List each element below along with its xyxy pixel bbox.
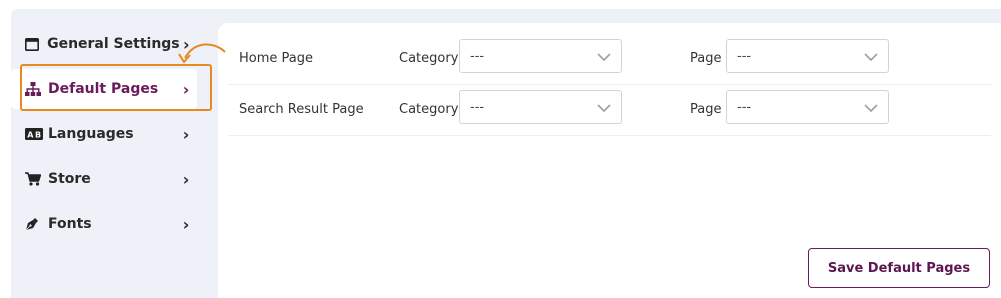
- page-label: Page: [690, 51, 722, 66]
- language-icon: AB: [25, 126, 45, 142]
- setting-row-home-page: Home Page Category --- Page ---: [228, 34, 991, 85]
- select-value: ---: [470, 100, 485, 115]
- page-label: Page: [690, 102, 722, 117]
- row-title: Home Page: [239, 51, 313, 66]
- sidebar-item-languages[interactable]: AB Languages ›: [11, 114, 197, 154]
- sidebar-item-label: Fonts: [48, 216, 92, 232]
- chevron-right-icon: ›: [182, 214, 190, 234]
- search-category-select[interactable]: ---: [459, 90, 622, 124]
- save-default-pages-button[interactable]: Save Default Pages: [808, 248, 990, 288]
- select-value: ---: [470, 49, 485, 64]
- chevron-down-icon: [864, 51, 878, 66]
- curved-arrow-icon: [178, 43, 226, 63]
- home-category-select[interactable]: ---: [459, 39, 622, 73]
- sidebar-item-label: Default Pages: [48, 81, 159, 97]
- chevron-down-icon: [864, 102, 878, 117]
- sidebar-item-label: General Settings: [47, 36, 180, 52]
- sidebar-item-default-pages[interactable]: Default Pages ›: [11, 69, 197, 109]
- category-label: Category: [399, 51, 459, 66]
- chevron-right-icon: ›: [182, 124, 190, 144]
- select-value: ---: [737, 100, 752, 115]
- search-page-select[interactable]: ---: [726, 90, 889, 124]
- sidebar-item-label: Store: [48, 171, 91, 187]
- sidebar-item-fonts[interactable]: Fonts ›: [11, 204, 197, 244]
- row-title: Search Result Page: [239, 102, 364, 117]
- window-icon: [25, 36, 44, 52]
- sidebar-item-store[interactable]: Store ›: [11, 159, 197, 199]
- setting-row-search-result-page: Search Result Page Category --- Page ---: [228, 85, 991, 136]
- chevron-right-icon: ›: [182, 79, 190, 99]
- cart-icon: [25, 171, 45, 187]
- pen-nib-icon: [25, 216, 45, 232]
- home-page-select[interactable]: ---: [726, 39, 889, 73]
- chevron-down-icon: [597, 51, 611, 66]
- sitemap-icon: [25, 81, 45, 97]
- category-label: Category: [399, 102, 459, 117]
- sidebar-item-label: Languages: [48, 126, 134, 142]
- svg-text:B: B: [35, 131, 41, 140]
- chevron-down-icon: [597, 102, 611, 117]
- svg-text:A: A: [27, 131, 34, 140]
- chevron-right-icon: ›: [182, 169, 190, 189]
- select-value: ---: [737, 49, 752, 64]
